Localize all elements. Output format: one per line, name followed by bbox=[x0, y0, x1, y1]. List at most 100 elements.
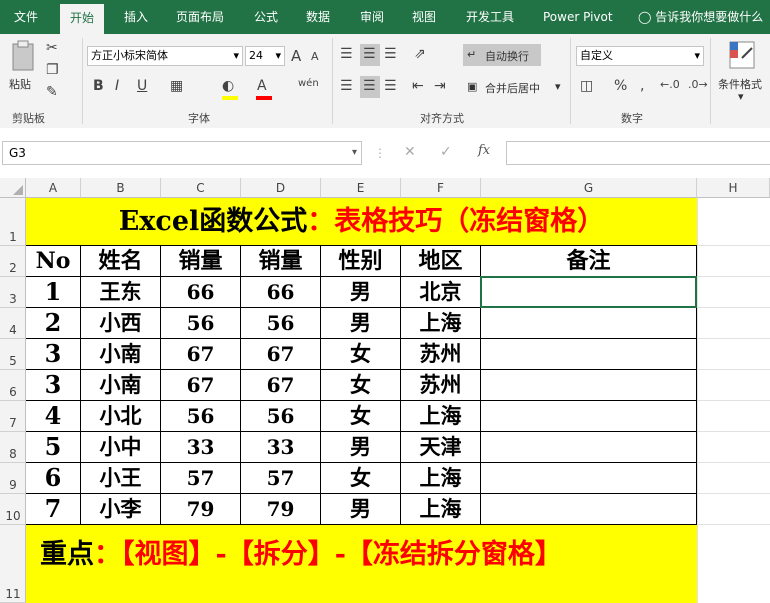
percent-button[interactable]: % bbox=[614, 78, 627, 94]
cell-sales[interactable]: 33 bbox=[161, 432, 240, 462]
cell-name[interactable]: 小南 bbox=[81, 370, 160, 400]
more-options-icon[interactable]: ⋮ bbox=[374, 146, 386, 160]
sheet-footer-note[interactable]: 重点：【视图】-【拆分】-【冻结拆分窗格】 bbox=[26, 525, 697, 603]
cell-remark[interactable] bbox=[481, 308, 696, 338]
cell-name[interactable]: 小王 bbox=[81, 463, 160, 493]
column-header-g[interactable]: G bbox=[481, 178, 697, 198]
cell-sales-2[interactable]: 33 bbox=[241, 432, 320, 462]
font-size-select[interactable]: 24 ▾ bbox=[245, 46, 285, 66]
borders-icon[interactable]: ▦ bbox=[170, 78, 183, 94]
enter-icon[interactable]: ✓ bbox=[440, 144, 452, 160]
cell-region[interactable]: 北京 bbox=[401, 277, 480, 307]
cell-remark[interactable] bbox=[481, 401, 696, 431]
column-header-h[interactable]: H bbox=[697, 178, 770, 198]
header-gender[interactable]: 性别 bbox=[321, 246, 400, 276]
row-header-5[interactable]: 5 bbox=[0, 339, 26, 370]
decrease-decimal-icon[interactable]: .0→ bbox=[688, 78, 708, 91]
comma-button[interactable]: , bbox=[640, 78, 644, 94]
cut-icon[interactable]: ✂ bbox=[46, 40, 58, 56]
orientation-icon[interactable]: ⇗ bbox=[414, 46, 426, 62]
name-box[interactable]: G3 ▾ bbox=[2, 141, 362, 165]
copy-icon[interactable]: ❐ bbox=[46, 62, 59, 78]
align-bottom-icon[interactable]: ☰ bbox=[384, 46, 397, 62]
tab-formulas[interactable]: 公式 bbox=[254, 0, 278, 34]
cell-sales[interactable]: 56 bbox=[161, 401, 240, 431]
header-no[interactable]: No bbox=[26, 246, 80, 276]
number-format-select[interactable]: 自定义 ▾ bbox=[576, 46, 704, 66]
cell-sales-2[interactable]: 57 bbox=[241, 463, 320, 493]
cell-region[interactable]: 上海 bbox=[401, 494, 480, 524]
cell-gender[interactable]: 女 bbox=[321, 463, 400, 493]
cell-region[interactable]: 苏州 bbox=[401, 339, 480, 369]
row-header-10[interactable]: 10 bbox=[0, 494, 26, 525]
select-all-button[interactable] bbox=[0, 178, 26, 198]
cell-remark[interactable] bbox=[481, 432, 696, 462]
tell-me-box[interactable]: ◯ 告诉我你想要做什么 bbox=[638, 0, 763, 34]
accounting-format-icon[interactable]: ◫ bbox=[580, 78, 593, 94]
row-header-8[interactable]: 8 bbox=[0, 432, 26, 463]
cell-gender[interactable]: 男 bbox=[321, 432, 400, 462]
fill-color-button[interactable]: ◐ bbox=[220, 78, 242, 100]
align-center-button[interactable]: ☰ bbox=[360, 76, 380, 98]
cell-no[interactable]: 2 bbox=[26, 308, 80, 338]
cell-sales-2[interactable]: 56 bbox=[241, 308, 320, 338]
cell-name[interactable]: 小李 bbox=[81, 494, 160, 524]
tab-file[interactable]: 文件 bbox=[14, 0, 38, 34]
cell-sales-2[interactable]: 67 bbox=[241, 370, 320, 400]
cell-remark[interactable] bbox=[481, 494, 696, 524]
cell-name[interactable]: 小西 bbox=[81, 308, 160, 338]
cell-name[interactable]: 小中 bbox=[81, 432, 160, 462]
tab-home[interactable]: 开始 bbox=[60, 4, 105, 34]
header-name[interactable]: 姓名 bbox=[81, 246, 160, 276]
cell-sales[interactable]: 67 bbox=[161, 370, 240, 400]
tab-developer[interactable]: 开发工具 bbox=[466, 0, 514, 34]
increase-indent-icon[interactable]: ⇥ bbox=[434, 78, 446, 94]
cell-sales[interactable]: 67 bbox=[161, 339, 240, 369]
row-header-3[interactable]: 3 bbox=[0, 277, 26, 308]
row-header-4[interactable]: 4 bbox=[0, 308, 26, 339]
row-header-7[interactable]: 7 bbox=[0, 401, 26, 432]
font-color-button[interactable]: A bbox=[254, 78, 276, 100]
header-region[interactable]: 地区 bbox=[401, 246, 480, 276]
cell-no[interactable]: 1 bbox=[26, 277, 80, 307]
cell-name[interactable]: 王东 bbox=[81, 277, 160, 307]
cell-no[interactable]: 4 bbox=[26, 401, 80, 431]
cell-region[interactable]: 上海 bbox=[401, 401, 480, 431]
align-right-icon[interactable]: ☰ bbox=[384, 78, 397, 94]
cell-no[interactable]: 6 bbox=[26, 463, 80, 493]
cell-region[interactable]: 苏州 bbox=[401, 370, 480, 400]
align-top-icon[interactable]: ☰ bbox=[340, 46, 353, 62]
header-sales-2[interactable]: 销量 bbox=[241, 246, 320, 276]
row-header-2[interactable]: 2 bbox=[0, 246, 26, 277]
row-header-11[interactable]: 11 bbox=[0, 525, 26, 603]
cell-gender[interactable]: 女 bbox=[321, 401, 400, 431]
cell-sales-2[interactable]: 66 bbox=[241, 277, 320, 307]
phonetic-guide-button[interactable]: wén bbox=[298, 78, 319, 89]
cell-sales-2[interactable]: 79 bbox=[241, 494, 320, 524]
format-painter-icon[interactable]: ✎ bbox=[46, 84, 58, 100]
cell-sales[interactable]: 57 bbox=[161, 463, 240, 493]
sheet-title[interactable]: Excel函数公式：表格技巧（冻结窗格） bbox=[26, 198, 697, 245]
cell-gender[interactable]: 男 bbox=[321, 494, 400, 524]
cell-sales-2[interactable]: 56 bbox=[241, 401, 320, 431]
cell-gender[interactable]: 女 bbox=[321, 339, 400, 369]
cell-remark[interactable] bbox=[481, 370, 696, 400]
cell-region[interactable]: 上海 bbox=[401, 308, 480, 338]
tab-view[interactable]: 视图 bbox=[412, 0, 436, 34]
grow-font-icon[interactable]: A bbox=[291, 47, 301, 65]
cell-gender[interactable]: 男 bbox=[321, 277, 400, 307]
tab-page-layout[interactable]: 页面布局 bbox=[176, 0, 224, 34]
align-middle-button[interactable]: ☰ bbox=[360, 44, 380, 66]
tab-data[interactable]: 数据 bbox=[306, 0, 330, 34]
cell-region[interactable]: 天津 bbox=[401, 432, 480, 462]
tab-power-pivot[interactable]: Power Pivot bbox=[543, 0, 613, 34]
wrap-text-button[interactable]: ↵ 自动换行 bbox=[463, 44, 541, 66]
cell-region[interactable]: 上海 bbox=[401, 463, 480, 493]
column-header-c[interactable]: C bbox=[161, 178, 241, 198]
paste-button[interactable]: 粘贴 bbox=[6, 40, 42, 96]
cancel-icon[interactable]: ✕ bbox=[404, 144, 416, 160]
shrink-font-icon[interactable]: A bbox=[311, 50, 319, 63]
cell-sales[interactable]: 56 bbox=[161, 308, 240, 338]
cell-name[interactable]: 小北 bbox=[81, 401, 160, 431]
column-header-e[interactable]: E bbox=[321, 178, 401, 198]
